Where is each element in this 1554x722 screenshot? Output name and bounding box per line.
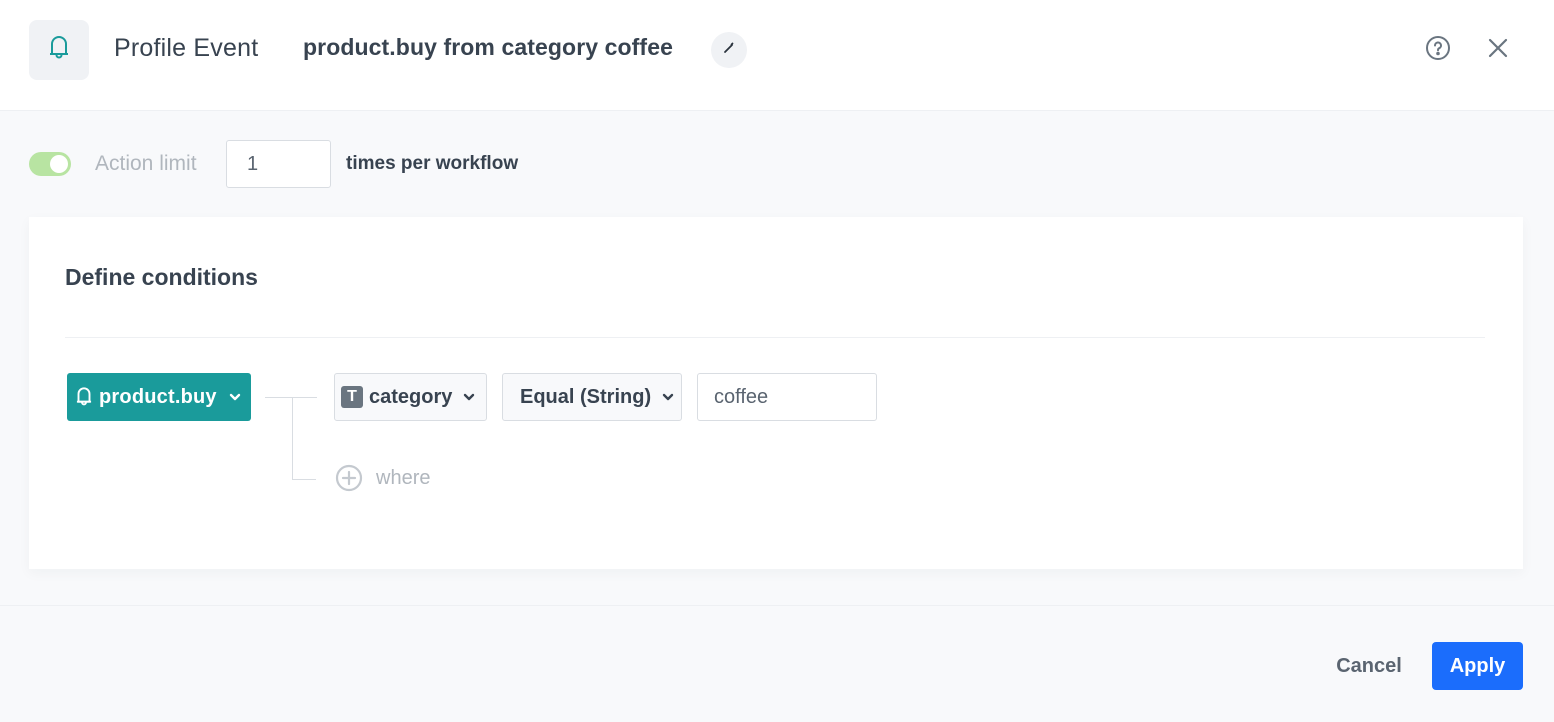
- toggle-knob: [50, 155, 68, 173]
- modal-title: Profile Event: [114, 34, 259, 62]
- event-name: product.buy: [99, 385, 217, 408]
- help-button[interactable]: [1424, 35, 1452, 66]
- plus-circle-icon: [335, 464, 363, 492]
- apply-button[interactable]: Apply: [1432, 642, 1523, 690]
- node-name: product.buy from category coffee: [303, 34, 673, 60]
- tree-connector: [292, 397, 293, 480]
- close-icon: [1487, 37, 1509, 64]
- action-limit-suffix: times per workflow: [346, 153, 519, 174]
- pencil-icon: [722, 41, 736, 60]
- operator-name: Equal (String): [520, 385, 652, 408]
- modal-header: Profile Event product.buy from category …: [0, 0, 1554, 111]
- action-limit-row: Action limit times per workflow: [29, 140, 629, 188]
- chevron-down-icon: [662, 393, 674, 401]
- parameter-select[interactable]: T category: [334, 373, 487, 421]
- add-where-button[interactable]: where: [335, 463, 430, 493]
- chevron-down-icon: [229, 393, 241, 401]
- help-circle-icon: [1425, 35, 1451, 66]
- add-where-label: where: [376, 466, 431, 489]
- edit-name-button[interactable]: [711, 32, 747, 68]
- close-button[interactable]: [1484, 36, 1512, 64]
- event-select-button[interactable]: product.buy: [67, 373, 251, 421]
- conditions-card: Define conditions product.buy T category: [29, 217, 1523, 569]
- conditions-title: Define conditions: [65, 264, 258, 290]
- tree-connector: [265, 397, 317, 398]
- text-type-icon: T: [341, 386, 363, 408]
- cancel-button[interactable]: Cancel: [1322, 642, 1416, 690]
- operator-select[interactable]: Equal (String): [502, 373, 682, 421]
- action-limit-label: Action limit: [95, 152, 197, 175]
- bell-icon: [48, 34, 70, 67]
- action-limit-toggle[interactable]: [29, 152, 71, 176]
- tree-connector: [292, 479, 316, 480]
- footer-divider: [0, 605, 1554, 606]
- bell-icon: [75, 386, 93, 408]
- action-limit-input[interactable]: [226, 140, 331, 188]
- parameter-name: category: [369, 385, 453, 408]
- divider: [65, 337, 1485, 338]
- event-type-icon-box: [29, 20, 89, 80]
- condition-value-input[interactable]: [697, 373, 877, 421]
- chevron-down-icon: [463, 393, 475, 401]
